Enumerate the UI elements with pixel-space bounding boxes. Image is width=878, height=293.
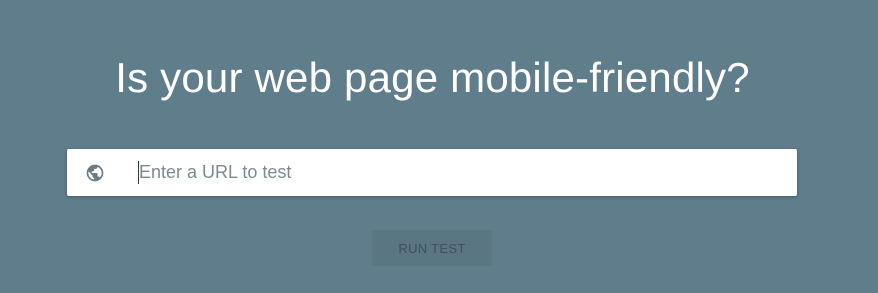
url-input[interactable] (137, 149, 777, 196)
url-input-container[interactable] (67, 149, 797, 196)
globe-icon (85, 163, 105, 183)
run-test-button[interactable]: RUN TEST (372, 230, 492, 266)
text-caret (138, 161, 139, 184)
mobile-friendly-test-page: Is your web page mobile-friendly? RUN TE… (0, 0, 878, 293)
page-headline: Is your web page mobile-friendly? (115, 54, 750, 101)
